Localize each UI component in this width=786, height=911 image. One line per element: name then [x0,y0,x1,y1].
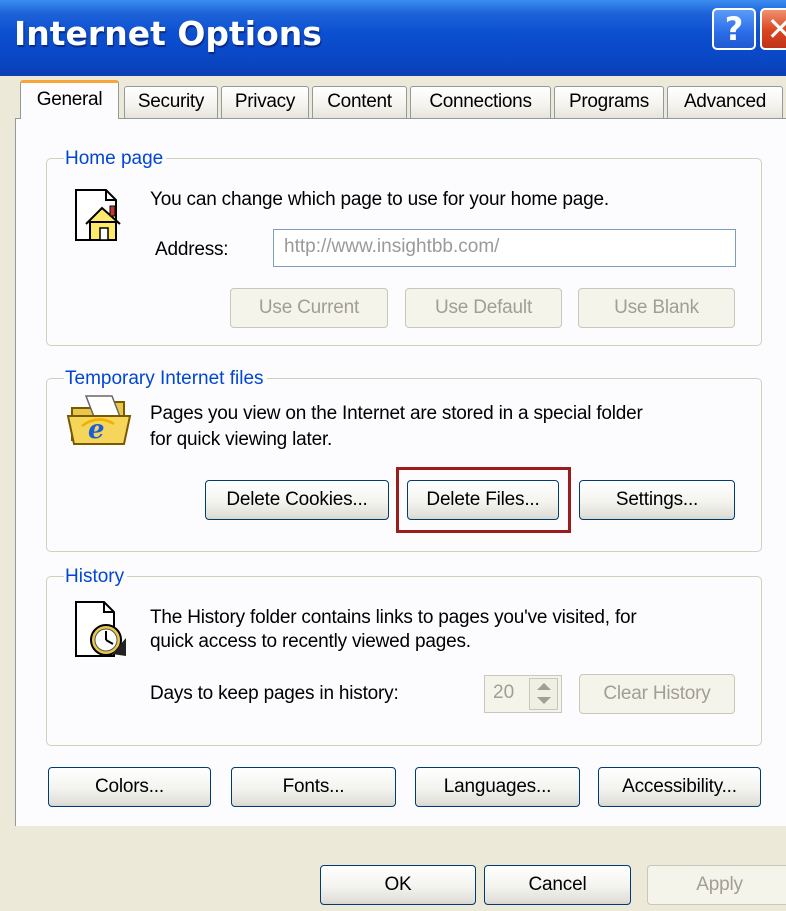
languages-button[interactable]: Languages... [415,767,580,807]
temporary-files-description-2: for quick viewing later. [150,429,333,450]
clear-history-button[interactable]: Clear History [579,674,735,714]
history-description-1: The History folder contains links to pag… [150,607,637,628]
history-clock-icon [75,601,126,657]
tab-privacy[interactable]: Privacy [221,86,309,118]
close-button[interactable]: ✕ [760,8,786,50]
apply-button[interactable]: Apply [647,865,786,905]
title-bar[interactable]: Internet Options ? ✕ [0,0,786,76]
use-default-button[interactable]: Use Default [405,288,562,328]
delete-files-button[interactable]: Delete Files... [407,480,559,520]
ie-folder-icon: e [66,395,132,445]
window-title: Internet Options [14,14,322,53]
delete-cookies-button[interactable]: Delete Cookies... [205,480,389,520]
history-legend: History [64,566,128,588]
cancel-button[interactable]: Cancel [484,865,631,905]
tab-programs[interactable]: Programs [554,86,664,118]
home-page-legend: Home page [64,148,167,170]
ok-button[interactable]: OK [320,865,476,905]
history-description-2: quick access to recently viewed pages. [150,631,471,652]
days-to-keep-label: Days to keep pages in history: [150,683,399,704]
settings-button[interactable]: Settings... [579,480,735,520]
use-blank-button[interactable]: Use Blank [578,288,735,328]
tab-security[interactable]: Security [124,86,218,118]
help-button[interactable]: ? [712,8,756,50]
spinner-down-icon[interactable] [537,697,551,704]
history-group [46,576,762,746]
address-label: Address: [155,239,229,260]
home-page-description: You can change which page to use for you… [150,189,609,210]
spinner-up-icon[interactable] [537,683,551,690]
home-page-icon [75,189,121,241]
tab-general[interactable]: General [20,80,119,119]
colors-button[interactable]: Colors... [48,767,211,807]
tab-content[interactable]: Content [312,86,407,118]
tab-advanced[interactable]: Advanced [667,86,783,118]
temporary-files-description-1: Pages you view on the Internet are store… [150,403,643,424]
days-spinner-arrows[interactable] [529,678,558,710]
address-input[interactable]: http://www.insightbb.com/ [273,229,736,267]
days-to-keep-value: 20 [493,682,515,703]
use-current-button[interactable]: Use Current [230,288,388,328]
accessibility-button[interactable]: Accessibility... [598,767,761,807]
fonts-button[interactable]: Fonts... [231,767,396,807]
temporary-files-legend: Temporary Internet files [64,368,267,390]
tab-connections[interactable]: Connections [410,86,551,118]
